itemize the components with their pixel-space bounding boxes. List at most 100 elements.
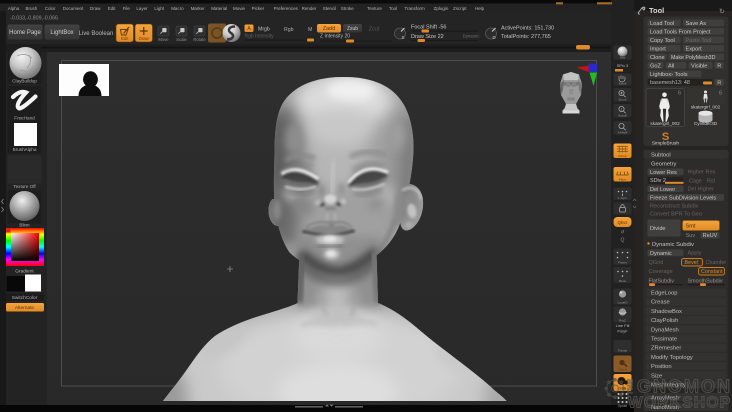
svg-text:Cage: Cage — [689, 178, 702, 184]
svg-text:Movie: Movie — [233, 6, 246, 11]
svg-text:Move: Move — [619, 279, 627, 283]
svg-text:All: All — [668, 63, 674, 69]
svg-text:Lightbox› Tools: Lightbox› Tools — [650, 72, 688, 78]
svg-text:Chamfer: Chamfer — [706, 260, 727, 266]
svg-text:Frame: Frame — [618, 260, 627, 264]
svg-text:Lower Res: Lower Res — [650, 170, 677, 176]
svg-text:Gradient: Gradient — [15, 269, 34, 275]
svg-text:M: M — [308, 27, 312, 33]
svg-text:Geometry: Geometry — [651, 162, 677, 168]
svg-text:PolyF: PolyF — [617, 329, 628, 334]
svg-text:↺: ↺ — [620, 230, 624, 236]
svg-text:LightBox: LightBox — [50, 30, 73, 36]
svg-text:Crease: Crease — [651, 300, 670, 306]
svg-text:LocalO: LocalO — [618, 300, 628, 304]
svg-text:Stencil: Stencil — [323, 6, 337, 11]
svg-text:WORKSHOP: WORKSHOP — [628, 395, 731, 412]
svg-text:RotZ: RotZ — [619, 318, 626, 322]
svg-text:R: R — [717, 80, 721, 86]
svg-text:Visible: Visible — [691, 63, 707, 69]
svg-text:TotalPoints: 277,765: TotalPoints: 277,765 — [501, 34, 551, 40]
svg-text:Picker: Picker — [252, 6, 265, 11]
svg-text:QGrid: QGrid — [649, 260, 664, 266]
svg-text:Tool: Tool — [649, 6, 664, 15]
svg-text:THE: THE — [626, 379, 635, 396]
svg-text:Modify Topology: Modify Topology — [651, 355, 693, 361]
svg-text:Texture Off: Texture Off — [13, 184, 36, 189]
svg-text:Divide: Divide — [650, 226, 666, 232]
svg-text:L.Sym: L.Sym — [618, 196, 627, 200]
svg-text:Save As: Save As — [686, 21, 707, 27]
svg-text:Document: Document — [63, 6, 84, 11]
svg-text:-0.033,-0.809,-0.066: -0.033,-0.809,-0.066 — [10, 16, 58, 22]
svg-text:Del Higher: Del Higher — [688, 187, 715, 193]
svg-text:Z Intensity 20: Z Intensity 20 — [320, 34, 350, 40]
svg-text:Scale: Scale — [176, 37, 187, 42]
svg-text:Qkvz: Qkvz — [617, 220, 627, 225]
svg-text:Transform: Transform — [404, 6, 425, 11]
svg-text:Edit: Edit — [108, 6, 117, 11]
svg-text:Edit: Edit — [121, 36, 129, 41]
svg-text:Texture: Texture — [367, 6, 382, 11]
svg-text:1: 1 — [621, 107, 623, 111]
svg-text:ClayBuildup: ClayBuildup — [12, 79, 37, 84]
svg-text:Focal Shift -56: Focal Shift -56 — [411, 25, 446, 31]
svg-text:Zsub: Zsub — [347, 26, 358, 32]
svg-text:Apply: Apply — [688, 251, 702, 257]
svg-text:Alpha: Alpha — [8, 6, 20, 11]
svg-text:ActivePoints: 151,730: ActivePoints: 151,730 — [501, 26, 554, 32]
svg-text:Transp: Transp — [618, 348, 628, 352]
svg-text:Smt: Smt — [686, 224, 696, 230]
svg-text:Freeze SubDivision Levels: Freeze SubDivision Levels — [650, 195, 716, 201]
svg-text:Tool: Tool — [389, 6, 397, 11]
svg-text:Coverage: Coverage — [649, 269, 673, 275]
svg-text:ZRemesher: ZRemesher — [651, 346, 681, 352]
svg-text:Line Fill: Line Fill — [616, 323, 630, 328]
svg-text:Dynamic: Dynamic — [650, 251, 672, 257]
svg-text:S: S — [402, 35, 405, 40]
svg-text:R: R — [717, 63, 721, 69]
svg-text:Load Tools From Project: Load Tools From Project — [650, 29, 711, 35]
svg-text:6: 6 — [719, 91, 722, 97]
svg-text:DynaMesh: DynaMesh — [651, 327, 679, 333]
svg-text:EdgeLoop: EdgeLoop — [651, 291, 677, 297]
svg-text:Subtool: Subtool — [651, 153, 671, 159]
svg-text:Help: Help — [475, 6, 485, 11]
svg-text:Light: Light — [154, 6, 165, 11]
svg-text:Material: Material — [211, 6, 227, 11]
svg-text:SPix 3: SPix 3 — [617, 63, 629, 68]
svg-text:File: File — [123, 6, 131, 11]
svg-text:Constant: Constant — [701, 269, 723, 275]
svg-text:Render: Render — [302, 6, 317, 11]
svg-text:Suv: Suv — [686, 233, 696, 239]
svg-text:Cylinder3D: Cylinder3D — [694, 121, 718, 126]
svg-text:Zcut: Zcut — [369, 27, 380, 33]
svg-text:AAHalf: AAHalf — [618, 130, 628, 134]
svg-text:Live Boolean: Live Boolean — [79, 31, 114, 37]
svg-text:Blinn: Blinn — [19, 223, 30, 228]
svg-text:skatergirl_002: skatergirl_002 — [650, 121, 680, 126]
svg-text:Rgb: Rgb — [284, 27, 294, 33]
svg-text:GoZ: GoZ — [650, 63, 661, 69]
svg-text:ReUV: ReUV — [703, 233, 718, 239]
svg-text:Draw Size 22: Draw Size 22 — [411, 34, 444, 40]
svg-text:Persp: Persp — [618, 154, 626, 158]
svg-text:SimpleBrush: SimpleBrush — [652, 141, 680, 147]
svg-text:ClayPolish: ClayPolish — [651, 318, 678, 324]
svg-text:Smt: Smt — [620, 56, 626, 60]
svg-text:Stroke: Stroke — [341, 6, 355, 11]
svg-text:Macro: Macro — [171, 6, 184, 11]
svg-text:Clone: Clone — [650, 55, 665, 61]
svg-text:basemesh13: 48: basemesh13: 48 — [650, 80, 690, 86]
svg-text:Zoom: Zoom — [619, 97, 627, 101]
svg-text:Load Tool: Load Tool — [650, 21, 674, 27]
svg-text:Ghost: Ghost — [618, 368, 626, 372]
svg-text:BrushAlpha: BrushAlpha — [13, 147, 37, 152]
svg-text:ShadowBox: ShadowBox — [651, 309, 682, 315]
svg-text:Higher Res: Higher Res — [688, 170, 716, 176]
svg-text:Draw: Draw — [90, 6, 101, 11]
svg-text:GNOMON: GNOMON — [637, 377, 732, 397]
svg-text:Bevel: Bevel — [685, 260, 699, 266]
svg-text:↻: ↻ — [719, 9, 725, 16]
svg-text:Reconstruct Subdiv: Reconstruct Subdiv — [650, 204, 699, 210]
